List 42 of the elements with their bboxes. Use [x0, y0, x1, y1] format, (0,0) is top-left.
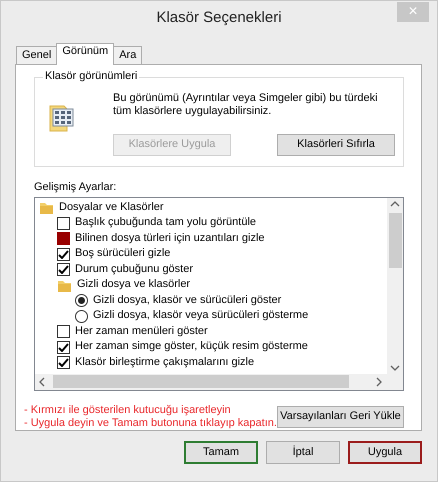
option-label: Durum çubuğunu göster — [75, 262, 194, 276]
scroll-right-icon — [376, 376, 382, 387]
instruction-text: - Kırmızı ile gösterilen kutucuğu işaretleyin — [24, 404, 232, 417]
dialog-button[interactable]: Uygula — [348, 441, 422, 464]
checkbox[interactable] — [57, 356, 70, 369]
tab[interactable]: Genel — [16, 46, 58, 64]
description-text: Bu görünümü (Ayrıntılar veya Simgeler gibi) bu türdeki tüm klasörlere uygulayabilirsiniz. — [113, 92, 379, 118]
vertical-scrollbar[interactable] — [387, 198, 403, 374]
group-label: Klasör görünümleri — [43, 70, 140, 84]
folder-icon — [39, 200, 54, 215]
radio-button[interactable] — [75, 310, 88, 322]
option-label: Gizli dosya, klasör veya sürücüleri gösterme — [93, 309, 308, 323]
tab[interactable]: Görünüm — [56, 43, 114, 65]
restore-defaults-button[interactable]: Varsayılanları Geri Yükle — [276, 406, 404, 428]
instruction-text: - Uygula deyin ve Tamam butonuna tıklayıp kapatın. — [24, 416, 277, 430]
dialog-button[interactable]: Tamam — [184, 441, 258, 464]
option-label: Klasör birleştirme çakışmalarını gizle — [75, 356, 254, 370]
tab[interactable]: Ara — [113, 46, 142, 64]
option-label: Başlık çubuğunda tam yolu görüntüle — [75, 216, 256, 230]
option-label: Bilinen dosya türleri için uzantıları gizle — [75, 232, 265, 246]
checkbox[interactable] — [57, 216, 70, 230]
option-label: Boş sürücüleri gizle — [75, 247, 170, 261]
checkbox[interactable] — [57, 340, 70, 354]
folder-label: Dosyalar ve Klasörler — [59, 200, 164, 214]
scroll-up-icon — [390, 200, 400, 207]
checkbox[interactable] — [57, 325, 70, 338]
option-label: Her zaman menüleri göster — [75, 324, 208, 338]
checkbox[interactable] — [57, 232, 70, 245]
option-label: Gizli dosya, klasör ve sürücüleri göster — [93, 294, 282, 308]
folder-view-button[interactable]: Klasörleri Sıfırla — [277, 134, 395, 156]
checkbox[interactable] — [57, 248, 70, 260]
dialog-button[interactable]: İptal — [266, 441, 340, 464]
folder-label: Gizli dosya ve klasörler — [77, 278, 190, 292]
option-label: Her zaman simge göster, küçük resim gösterme — [75, 340, 308, 354]
window-title: Klasör Seçenekleri — [156, 9, 282, 27]
checkbox[interactable] — [57, 263, 70, 276]
scrollbar-thumb[interactable] — [53, 375, 349, 388]
scroll-left-icon — [39, 376, 45, 387]
section-label: Gelişmiş Ayarlar: — [34, 180, 118, 194]
scroll-down-icon — [390, 364, 400, 371]
scrollbar-thumb[interactable] — [388, 212, 402, 268]
radio-button[interactable] — [75, 294, 88, 307]
